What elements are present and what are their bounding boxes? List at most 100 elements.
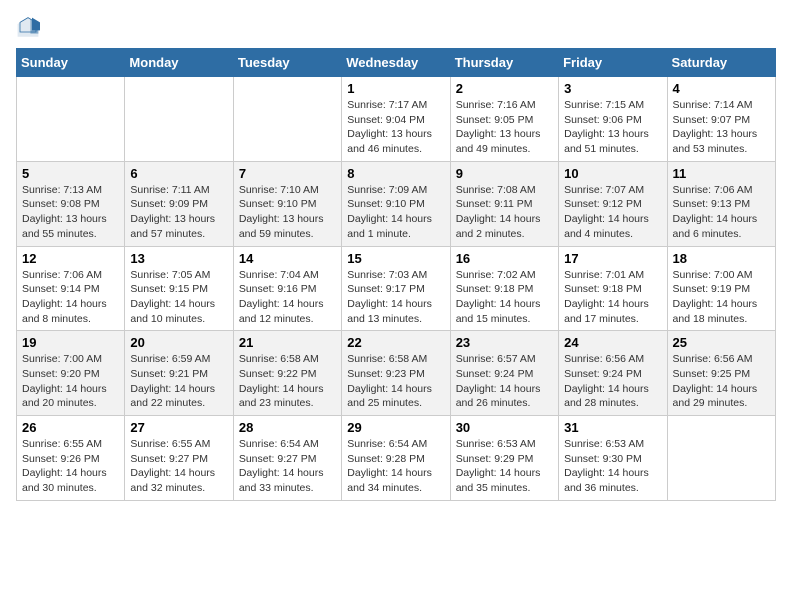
day-number: 16 bbox=[456, 251, 553, 266]
day-cell-25: 25 Sunrise: 6:56 AMSunset: 9:25 PMDayligh… bbox=[667, 331, 775, 416]
logo bbox=[16, 16, 44, 40]
day-number: 20 bbox=[130, 335, 227, 350]
day-info: Sunrise: 7:10 AMSunset: 9:10 PMDaylight:… bbox=[239, 183, 336, 242]
day-number: 18 bbox=[673, 251, 770, 266]
day-cell-31: 31 Sunrise: 6:53 AMSunset: 9:30 PMDayligh… bbox=[559, 416, 667, 501]
weekday-header-friday: Friday bbox=[559, 49, 667, 77]
day-cell-16: 16 Sunrise: 7:02 AMSunset: 9:18 PMDayligh… bbox=[450, 246, 558, 331]
day-cell-30: 30 Sunrise: 6:53 AMSunset: 9:29 PMDayligh… bbox=[450, 416, 558, 501]
day-info: Sunrise: 7:05 AMSunset: 9:15 PMDaylight:… bbox=[130, 268, 227, 327]
day-cell-9: 9Sunrise: 7:08 AMSunset: 9:11 PMDaylight… bbox=[450, 161, 558, 246]
day-info: Sunrise: 6:53 AMSunset: 9:30 PMDaylight:… bbox=[564, 437, 661, 496]
empty-cell bbox=[667, 416, 775, 501]
weekday-header-sunday: Sunday bbox=[17, 49, 125, 77]
day-cell-13: 13 Sunrise: 7:05 AMSunset: 9:15 PMDayligh… bbox=[125, 246, 233, 331]
week-row-3: 12 Sunrise: 7:06 AMSunset: 9:14 PMDayligh… bbox=[17, 246, 776, 331]
day-number: 30 bbox=[456, 420, 553, 435]
day-info: Sunrise: 6:56 AMSunset: 9:24 PMDaylight:… bbox=[564, 352, 661, 411]
day-info: Sunrise: 6:58 AMSunset: 9:22 PMDaylight:… bbox=[239, 352, 336, 411]
calendar: SundayMondayTuesdayWednesdayThursdayFrid… bbox=[16, 48, 776, 501]
day-info: Sunrise: 6:54 AMSunset: 9:28 PMDaylight:… bbox=[347, 437, 444, 496]
day-info: Sunrise: 7:08 AMSunset: 9:11 PMDaylight:… bbox=[456, 183, 553, 242]
day-number: 27 bbox=[130, 420, 227, 435]
day-info: Sunrise: 7:16 AMSunset: 9:05 PMDaylight:… bbox=[456, 98, 553, 157]
day-cell-2: 2 Sunrise: 7:16 AMSunset: 9:05 PMDaylight… bbox=[450, 77, 558, 162]
day-info: Sunrise: 6:55 AMSunset: 9:26 PMDaylight:… bbox=[22, 437, 119, 496]
day-cell-28: 28Sunrise: 6:54 AMSunset: 9:27 PMDayligh… bbox=[233, 416, 341, 501]
day-number: 21 bbox=[239, 335, 336, 350]
day-info: Sunrise: 6:59 AMSunset: 9:21 PMDaylight:… bbox=[130, 352, 227, 411]
day-info: Sunrise: 7:13 AMSunset: 9:08 PMDaylight:… bbox=[22, 183, 119, 242]
day-number: 11 bbox=[673, 166, 770, 181]
day-number: 7 bbox=[239, 166, 336, 181]
day-number: 6 bbox=[130, 166, 227, 181]
day-info: Sunrise: 7:00 AMSunset: 9:19 PMDaylight:… bbox=[673, 268, 770, 327]
day-cell-7: 7 Sunrise: 7:10 AMSunset: 9:10 PMDaylight… bbox=[233, 161, 341, 246]
day-cell-3: 3Sunrise: 7:15 AMSunset: 9:06 PMDaylight… bbox=[559, 77, 667, 162]
day-number: 19 bbox=[22, 335, 119, 350]
day-info: Sunrise: 7:06 AMSunset: 9:13 PMDaylight:… bbox=[673, 183, 770, 242]
day-info: Sunrise: 7:04 AMSunset: 9:16 PMDaylight:… bbox=[239, 268, 336, 327]
day-info: Sunrise: 7:17 AMSunset: 9:04 PMDaylight:… bbox=[347, 98, 444, 157]
day-cell-23: 23Sunrise: 6:57 AMSunset: 9:24 PMDayligh… bbox=[450, 331, 558, 416]
day-cell-15: 15 Sunrise: 7:03 AMSunset: 9:17 PMDayligh… bbox=[342, 246, 450, 331]
weekday-header-monday: Monday bbox=[125, 49, 233, 77]
weekday-header-saturday: Saturday bbox=[667, 49, 775, 77]
logo-icon bbox=[16, 16, 40, 40]
week-row-2: 5 Sunrise: 7:13 AMSunset: 9:08 PMDaylight… bbox=[17, 161, 776, 246]
day-number: 5 bbox=[22, 166, 119, 181]
day-cell-22: 22Sunrise: 6:58 AMSunset: 9:23 PMDayligh… bbox=[342, 331, 450, 416]
day-number: 25 bbox=[673, 335, 770, 350]
day-number: 26 bbox=[22, 420, 119, 435]
day-info: Sunrise: 7:03 AMSunset: 9:17 PMDaylight:… bbox=[347, 268, 444, 327]
day-number: 14 bbox=[239, 251, 336, 266]
day-number: 4 bbox=[673, 81, 770, 96]
day-cell-17: 17Sunrise: 7:01 AMSunset: 9:18 PMDayligh… bbox=[559, 246, 667, 331]
day-number: 23 bbox=[456, 335, 553, 350]
day-number: 15 bbox=[347, 251, 444, 266]
day-number: 8 bbox=[347, 166, 444, 181]
day-cell-4: 4Sunrise: 7:14 AMSunset: 9:07 PMDaylight… bbox=[667, 77, 775, 162]
day-info: Sunrise: 6:55 AMSunset: 9:27 PMDaylight:… bbox=[130, 437, 227, 496]
day-info: Sunrise: 7:07 AMSunset: 9:12 PMDaylight:… bbox=[564, 183, 661, 242]
day-number: 1 bbox=[347, 81, 444, 96]
day-number: 29 bbox=[347, 420, 444, 435]
day-number: 10 bbox=[564, 166, 661, 181]
day-number: 28 bbox=[239, 420, 336, 435]
day-info: Sunrise: 7:02 AMSunset: 9:18 PMDaylight:… bbox=[456, 268, 553, 327]
day-cell-18: 18 Sunrise: 7:00 AMSunset: 9:19 PMDayligh… bbox=[667, 246, 775, 331]
day-cell-27: 27 Sunrise: 6:55 AMSunset: 9:27 PMDayligh… bbox=[125, 416, 233, 501]
day-info: Sunrise: 7:06 AMSunset: 9:14 PMDaylight:… bbox=[22, 268, 119, 327]
day-cell-24: 24 Sunrise: 6:56 AMSunset: 9:24 PMDayligh… bbox=[559, 331, 667, 416]
day-number: 3 bbox=[564, 81, 661, 96]
empty-cell bbox=[233, 77, 341, 162]
day-cell-11: 11 Sunrise: 7:06 AMSunset: 9:13 PMDayligh… bbox=[667, 161, 775, 246]
day-info: Sunrise: 7:00 AMSunset: 9:20 PMDaylight:… bbox=[22, 352, 119, 411]
day-number: 13 bbox=[130, 251, 227, 266]
day-cell-6: 6 Sunrise: 7:11 AMSunset: 9:09 PMDaylight… bbox=[125, 161, 233, 246]
day-cell-8: 8Sunrise: 7:09 AMSunset: 9:10 PMDaylight… bbox=[342, 161, 450, 246]
day-cell-26: 26 Sunrise: 6:55 AMSunset: 9:26 PMDayligh… bbox=[17, 416, 125, 501]
week-row-1: 1 Sunrise: 7:17 AMSunset: 9:04 PMDaylight… bbox=[17, 77, 776, 162]
empty-cell bbox=[125, 77, 233, 162]
day-number: 22 bbox=[347, 335, 444, 350]
empty-cell bbox=[17, 77, 125, 162]
day-number: 17 bbox=[564, 251, 661, 266]
weekday-header-tuesday: Tuesday bbox=[233, 49, 341, 77]
day-cell-10: 10 Sunrise: 7:07 AMSunset: 9:12 PMDayligh… bbox=[559, 161, 667, 246]
day-number: 24 bbox=[564, 335, 661, 350]
day-info: Sunrise: 7:11 AMSunset: 9:09 PMDaylight:… bbox=[130, 183, 227, 242]
week-row-5: 26 Sunrise: 6:55 AMSunset: 9:26 PMDayligh… bbox=[17, 416, 776, 501]
day-number: 12 bbox=[22, 251, 119, 266]
day-info: Sunrise: 6:53 AMSunset: 9:29 PMDaylight:… bbox=[456, 437, 553, 496]
day-cell-12: 12 Sunrise: 7:06 AMSunset: 9:14 PMDayligh… bbox=[17, 246, 125, 331]
day-number: 2 bbox=[456, 81, 553, 96]
day-info: Sunrise: 6:56 AMSunset: 9:25 PMDaylight:… bbox=[673, 352, 770, 411]
day-cell-1: 1 Sunrise: 7:17 AMSunset: 9:04 PMDaylight… bbox=[342, 77, 450, 162]
day-number: 31 bbox=[564, 420, 661, 435]
weekday-header-thursday: Thursday bbox=[450, 49, 558, 77]
day-cell-5: 5 Sunrise: 7:13 AMSunset: 9:08 PMDaylight… bbox=[17, 161, 125, 246]
weekday-header-wednesday: Wednesday bbox=[342, 49, 450, 77]
day-cell-14: 14 Sunrise: 7:04 AMSunset: 9:16 PMDayligh… bbox=[233, 246, 341, 331]
day-cell-21: 21 Sunrise: 6:58 AMSunset: 9:22 PMDayligh… bbox=[233, 331, 341, 416]
